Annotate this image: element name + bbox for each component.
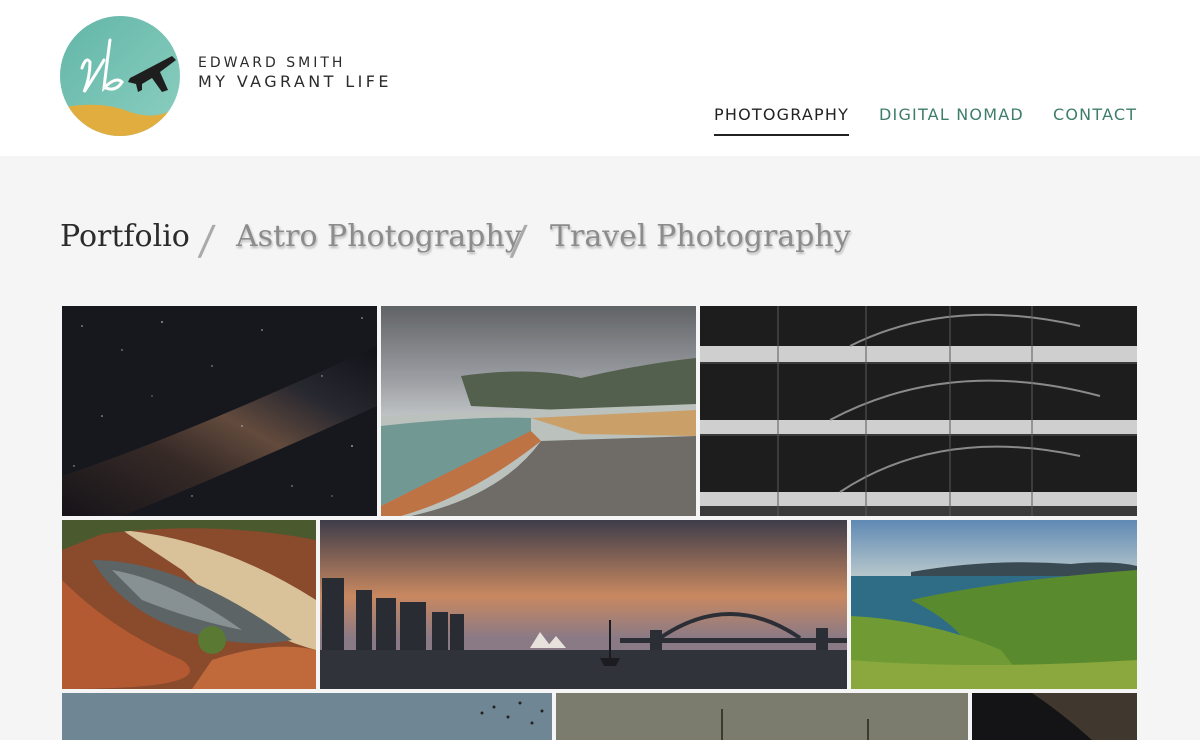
- photo-ship-masts-image: [556, 693, 968, 740]
- site-header: EDWARD SMITH MY VAGRANT LIFE PHOTOGRAPHY…: [0, 0, 1200, 156]
- photo-hot-pool-image: [381, 306, 696, 516]
- site-tagline: MY VAGRANT LIFE: [198, 72, 392, 91]
- photo-dusk-birds[interactable]: [62, 693, 552, 740]
- category-tabs: Portfolio / Astro Photography / Travel P…: [60, 212, 1160, 266]
- site-owner-name: EDWARD SMITH: [198, 55, 346, 71]
- photo-night-sky[interactable]: [972, 693, 1137, 740]
- main-nav: PHOTOGRAPHY DIGITAL NOMAD CONTACT: [0, 104, 1200, 136]
- photo-harbour-sunset-image: [320, 520, 847, 689]
- tab-travel-photography[interactable]: Travel Photography: [550, 212, 851, 262]
- nav-item-photography[interactable]: PHOTOGRAPHY: [714, 104, 850, 136]
- photo-dusk-birds-image: [62, 693, 552, 740]
- photo-ship-masts[interactable]: [556, 693, 968, 740]
- photo-gorge[interactable]: [62, 520, 316, 689]
- tab-portfolio[interactable]: Portfolio: [60, 212, 190, 262]
- photo-coastal-hills[interactable]: [851, 520, 1137, 689]
- photo-coastal-hills-image: [851, 520, 1137, 689]
- photo-milky-way-image: [62, 306, 377, 516]
- photo-hot-pool[interactable]: [381, 306, 696, 516]
- photo-night-sky-image: [972, 693, 1137, 740]
- nav-item-digital-nomad[interactable]: DIGITAL NOMAD: [879, 104, 1024, 134]
- photo-bridge-reflection-image: [700, 306, 1137, 516]
- photo-gorge-image: [62, 520, 316, 689]
- photo-milky-way[interactable]: [62, 306, 377, 516]
- logo-wordmark: EDWARD SMITH MY VAGRANT LIFE: [198, 54, 392, 92]
- photo-harbour-sunset[interactable]: [320, 520, 847, 689]
- category-separator: /: [196, 218, 217, 264]
- photo-bridge-reflection[interactable]: [700, 306, 1137, 516]
- nav-item-contact[interactable]: CONTACT: [1053, 104, 1137, 134]
- tab-astro-photography[interactable]: Astro Photography: [236, 212, 522, 262]
